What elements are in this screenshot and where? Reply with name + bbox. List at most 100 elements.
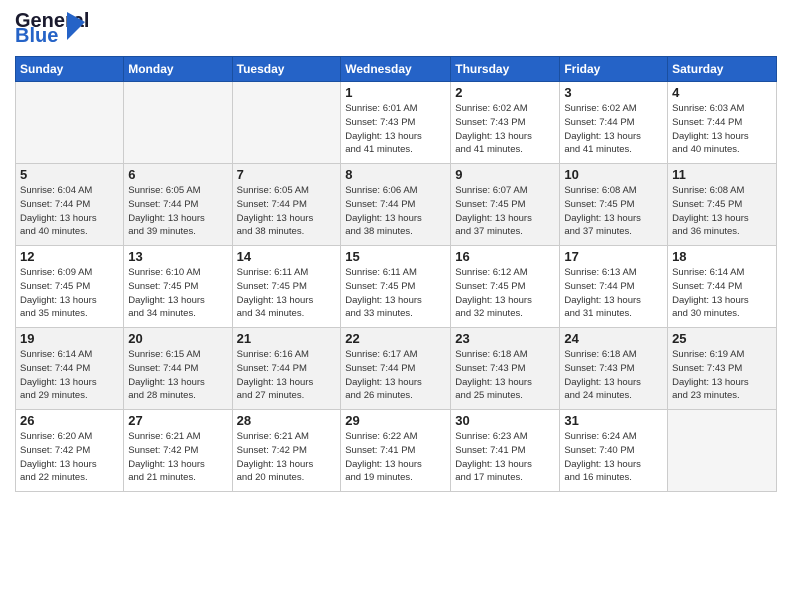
calendar-cell: 3Sunrise: 6:02 AM Sunset: 7:44 PM Daylig…	[560, 82, 668, 164]
calendar-cell: 2Sunrise: 6:02 AM Sunset: 7:43 PM Daylig…	[451, 82, 560, 164]
day-number: 14	[237, 249, 337, 264]
day-number: 20	[128, 331, 227, 346]
day-number: 8	[345, 167, 446, 182]
calendar-cell: 31 Sunrise: 6:24 AM Sunset: 7:40 PM Dayli…	[560, 410, 668, 492]
day-number: 10	[564, 167, 663, 182]
calendar-cell: 9 Sunrise: 6:07 AM Sunset: 7:45 PM Daylig…	[451, 164, 560, 246]
calendar-cell: 6 Sunrise: 6:05 AM Sunset: 7:44 PM Daylig…	[124, 164, 232, 246]
calendar-cell: 4Sunrise: 6:03 AM Sunset: 7:44 PM Daylig…	[668, 82, 777, 164]
day-number: 29	[345, 413, 446, 428]
calendar-cell: 27Sunrise: 6:21 AM Sunset: 7:42 PM Dayli…	[124, 410, 232, 492]
calendar-week-4: 19 Sunrise: 6:14 AM Sunset: 7:44 PM Dayli…	[16, 328, 777, 410]
day-number: 25	[672, 331, 772, 346]
day-number: 27	[128, 413, 227, 428]
day-info: Sunrise: 6:23 AM Sunset: 7:41 PM Dayligh…	[455, 430, 555, 485]
day-info: Sunrise: 6:22 AM Sunset: 7:41 PM Dayligh…	[345, 430, 446, 485]
calendar-cell: 7 Sunrise: 6:05 AM Sunset: 7:44 PM Daylig…	[232, 164, 341, 246]
day-number: 19	[20, 331, 119, 346]
calendar-cell	[16, 82, 124, 164]
calendar-header-monday: Monday	[124, 57, 232, 82]
day-info: Sunrise: 6:08 AM Sunset: 7:45 PM Dayligh…	[672, 184, 772, 239]
calendar-header-tuesday: Tuesday	[232, 57, 341, 82]
day-number: 1	[345, 85, 446, 100]
calendar-header-row: SundayMondayTuesdayWednesdayThursdayFrid…	[16, 57, 777, 82]
day-number: 18	[672, 249, 772, 264]
day-number: 6	[128, 167, 227, 182]
logo-blue: Blue	[15, 25, 58, 48]
day-info: Sunrise: 6:14 AM Sunset: 7:44 PM Dayligh…	[672, 266, 772, 321]
day-number: 21	[237, 331, 337, 346]
calendar-cell: 23 Sunrise: 6:18 AM Sunset: 7:43 PM Dayli…	[451, 328, 560, 410]
calendar-cell: 8 Sunrise: 6:06 AM Sunset: 7:44 PM Daylig…	[341, 164, 451, 246]
day-number: 24	[564, 331, 663, 346]
day-info: Sunrise: 6:06 AM Sunset: 7:44 PM Dayligh…	[345, 184, 446, 239]
day-info: Sunrise: 6:05 AM Sunset: 7:44 PM Dayligh…	[237, 184, 337, 239]
calendar-cell: 25 Sunrise: 6:19 AM Sunset: 7:43 PM Dayli…	[668, 328, 777, 410]
day-info: Sunrise: 6:18 AM Sunset: 7:43 PM Dayligh…	[564, 348, 663, 403]
day-number: 12	[20, 249, 119, 264]
calendar-cell: 16 Sunrise: 6:12 AM Sunset: 7:45 PM Dayli…	[451, 246, 560, 328]
day-number: 16	[455, 249, 555, 264]
day-info: Sunrise: 6:20 AM Sunset: 7:42 PM Dayligh…	[20, 430, 119, 485]
page: General Blue SundayMondayTuesdayWednesda…	[0, 0, 792, 612]
calendar-week-1: 1 Sunrise: 6:01 AM Sunset: 7:43 PM Daylig…	[16, 82, 777, 164]
day-info: Sunrise: 6:07 AM Sunset: 7:45 PM Dayligh…	[455, 184, 555, 239]
day-info: Sunrise: 6:08 AM Sunset: 7:45 PM Dayligh…	[564, 184, 663, 239]
calendar-header-thursday: Thursday	[451, 57, 560, 82]
day-number: 9	[455, 167, 555, 182]
calendar-cell: 15 Sunrise: 6:11 AM Sunset: 7:45 PM Dayli…	[341, 246, 451, 328]
day-info: Sunrise: 6:24 AM Sunset: 7:40 PM Dayligh…	[564, 430, 663, 485]
day-number: 15	[345, 249, 446, 264]
day-info: Sunrise: 6:15 AM Sunset: 7:44 PM Dayligh…	[128, 348, 227, 403]
day-info: Sunrise: 6:05 AM Sunset: 7:44 PM Dayligh…	[128, 184, 227, 239]
calendar-cell: 20 Sunrise: 6:15 AM Sunset: 7:44 PM Dayli…	[124, 328, 232, 410]
calendar-cell: 26Sunrise: 6:20 AM Sunset: 7:42 PM Dayli…	[16, 410, 124, 492]
day-info: Sunrise: 6:16 AM Sunset: 7:44 PM Dayligh…	[237, 348, 337, 403]
calendar-cell: 13 Sunrise: 6:10 AM Sunset: 7:45 PM Dayli…	[124, 246, 232, 328]
calendar-week-2: 5 Sunrise: 6:04 AM Sunset: 7:44 PM Daylig…	[16, 164, 777, 246]
calendar-cell: 12Sunrise: 6:09 AM Sunset: 7:45 PM Dayli…	[16, 246, 124, 328]
day-number: 28	[237, 413, 337, 428]
day-info: Sunrise: 6:12 AM Sunset: 7:45 PM Dayligh…	[455, 266, 555, 321]
calendar-header-saturday: Saturday	[668, 57, 777, 82]
calendar-cell: 21 Sunrise: 6:16 AM Sunset: 7:44 PM Dayli…	[232, 328, 341, 410]
day-number: 23	[455, 331, 555, 346]
day-number: 5	[20, 167, 119, 182]
day-info: Sunrise: 6:21 AM Sunset: 7:42 PM Dayligh…	[237, 430, 337, 485]
calendar-header-friday: Friday	[560, 57, 668, 82]
day-info: Sunrise: 6:02 AM Sunset: 7:44 PM Dayligh…	[564, 102, 663, 157]
calendar-table: SundayMondayTuesdayWednesdayThursdayFrid…	[15, 56, 777, 492]
day-info: Sunrise: 6:18 AM Sunset: 7:43 PM Dayligh…	[455, 348, 555, 403]
day-number: 11	[672, 167, 772, 182]
calendar-cell: 24 Sunrise: 6:18 AM Sunset: 7:43 PM Dayli…	[560, 328, 668, 410]
day-number: 30	[455, 413, 555, 428]
day-number: 17	[564, 249, 663, 264]
calendar-cell: 5 Sunrise: 6:04 AM Sunset: 7:44 PM Daylig…	[16, 164, 124, 246]
day-number: 7	[237, 167, 337, 182]
calendar-week-5: 26Sunrise: 6:20 AM Sunset: 7:42 PM Dayli…	[16, 410, 777, 492]
calendar-cell	[668, 410, 777, 492]
calendar-cell: 1 Sunrise: 6:01 AM Sunset: 7:43 PM Daylig…	[341, 82, 451, 164]
calendar-cell: 10 Sunrise: 6:08 AM Sunset: 7:45 PM Dayli…	[560, 164, 668, 246]
calendar-header-wednesday: Wednesday	[341, 57, 451, 82]
logo: General Blue	[15, 10, 67, 48]
day-info: Sunrise: 6:14 AM Sunset: 7:44 PM Dayligh…	[20, 348, 119, 403]
day-info: Sunrise: 6:10 AM Sunset: 7:45 PM Dayligh…	[128, 266, 227, 321]
day-number: 22	[345, 331, 446, 346]
calendar-cell: 30 Sunrise: 6:23 AM Sunset: 7:41 PM Dayli…	[451, 410, 560, 492]
day-info: Sunrise: 6:11 AM Sunset: 7:45 PM Dayligh…	[345, 266, 446, 321]
calendar-cell	[124, 82, 232, 164]
day-info: Sunrise: 6:04 AM Sunset: 7:44 PM Dayligh…	[20, 184, 119, 239]
header: General Blue	[15, 10, 777, 48]
day-info: Sunrise: 6:11 AM Sunset: 7:45 PM Dayligh…	[237, 266, 337, 321]
day-number: 31	[564, 413, 663, 428]
day-info: Sunrise: 6:13 AM Sunset: 7:44 PM Dayligh…	[564, 266, 663, 321]
day-number: 2	[455, 85, 555, 100]
calendar-cell: 29 Sunrise: 6:22 AM Sunset: 7:41 PM Dayli…	[341, 410, 451, 492]
calendar-cell: 11 Sunrise: 6:08 AM Sunset: 7:45 PM Dayli…	[668, 164, 777, 246]
calendar-cell: 18 Sunrise: 6:14 AM Sunset: 7:44 PM Dayli…	[668, 246, 777, 328]
day-info: Sunrise: 6:17 AM Sunset: 7:44 PM Dayligh…	[345, 348, 446, 403]
day-info: Sunrise: 6:19 AM Sunset: 7:43 PM Dayligh…	[672, 348, 772, 403]
day-info: Sunrise: 6:01 AM Sunset: 7:43 PM Dayligh…	[345, 102, 446, 157]
day-number: 13	[128, 249, 227, 264]
